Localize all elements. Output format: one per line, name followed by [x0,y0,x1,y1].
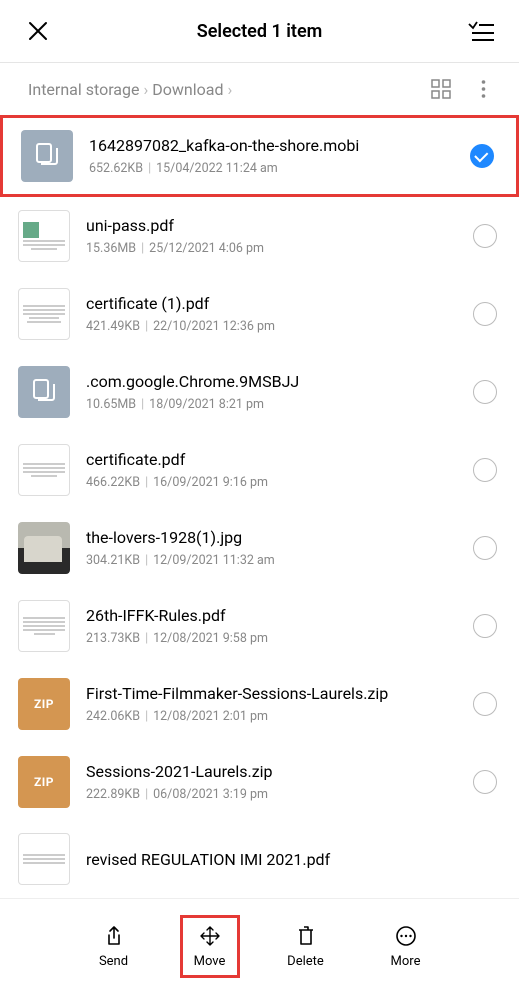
pdf-thumbnail [18,444,70,496]
action-label: More [391,954,421,969]
trash-icon [294,924,318,948]
file-row[interactable]: revised REGULATION IMI 2021.pdf [0,821,519,885]
file-name: the-lovers-1928(1).jpg [86,528,463,547]
action-label: Move [194,954,226,969]
image-thumbnail [18,522,70,574]
file-row[interactable]: 1642897082_kafka-on-the-shore.mobi 652.6… [0,115,519,197]
chevron-icon: › [228,80,233,99]
zip-icon: ZIP [18,756,70,808]
selection-checkbox[interactable] [473,692,497,716]
move-icon [198,924,222,948]
overflow-menu-button[interactable] [471,77,495,101]
file-name: First-Time-Filmmaker-Sessions-Laurels.zi… [86,684,463,703]
chevron-icon: › [143,80,148,99]
file-name: revised REGULATION IMI 2021.pdf [86,850,497,869]
select-all-button[interactable] [467,17,495,45]
file-icon [18,366,70,418]
selection-checkbox[interactable] [473,536,497,560]
share-icon [102,924,126,948]
file-meta: 421.49KB|22/10/2021 12:36 pm [86,319,463,334]
file-row[interactable]: certificate (1).pdf 421.49KB|22/10/2021 … [0,275,519,353]
pdf-thumbnail [18,210,70,262]
file-row[interactable]: ZIP First-Time-Filmmaker-Sessions-Laurel… [0,665,519,743]
file-row[interactable]: the-lovers-1928(1).jpg 304.21KB|12/09/20… [0,509,519,587]
zip-icon: ZIP [18,678,70,730]
header-title: Selected 1 item [0,21,519,42]
file-name: uni-pass.pdf [86,216,463,235]
file-meta: 242.06KB|12/08/2021 2:01 pm [86,709,463,724]
file-meta: 222.89KB|06/08/2021 3:19 pm [86,787,463,802]
selection-checkbox[interactable] [473,614,497,638]
file-name: Sessions-2021-Laurels.zip [86,762,463,781]
selection-checkbox[interactable] [473,380,497,404]
selection-checkbox[interactable] [470,144,494,168]
file-meta: 15.36MB|25/12/2021 4:06 pm [86,241,463,256]
file-row[interactable]: .com.google.Chrome.9MSBJJ 10.65MB|18/09/… [0,353,519,431]
send-button[interactable]: Send [84,924,144,969]
breadcrumb-folder[interactable]: Download [152,80,223,99]
more-icon [394,924,418,948]
grid-view-button[interactable] [429,77,453,101]
file-meta: 304.21KB|12/09/2021 11:32 am [86,553,463,568]
breadcrumb-root[interactable]: Internal storage [28,80,139,99]
more-button[interactable]: More [376,924,436,969]
file-row[interactable]: uni-pass.pdf 15.36MB|25/12/2021 4:06 pm [0,197,519,275]
file-meta: 213.73KB|12/08/2021 9:58 pm [86,631,463,646]
file-icon [21,130,73,182]
file-row[interactable]: 26th-IFFK-Rules.pdf 213.73KB|12/08/2021 … [0,587,519,665]
close-button[interactable] [24,17,52,45]
breadcrumb: Internal storage › Download › [0,63,519,115]
action-label: Send [99,954,128,969]
file-name: 1642897082_kafka-on-the-shore.mobi [89,136,460,155]
file-name: certificate (1).pdf [86,294,463,313]
file-meta: 652.62KB|15/04/2022 11:24 am [89,161,460,176]
file-row[interactable]: ZIP Sessions-2021-Laurels.zip 222.89KB|0… [0,743,519,821]
selection-checkbox[interactable] [473,770,497,794]
selection-checkbox[interactable] [473,302,497,326]
file-row[interactable]: certificate.pdf 466.22KB|16/09/2021 9:16… [0,431,519,509]
pdf-thumbnail [18,600,70,652]
selection-checkbox[interactable] [473,458,497,482]
file-name: 26th-IFFK-Rules.pdf [86,606,463,625]
file-name: .com.google.Chrome.9MSBJJ [86,372,463,391]
file-name: certificate.pdf [86,450,463,469]
file-meta: 466.22KB|16/09/2021 9:16 pm [86,475,463,490]
selection-checkbox[interactable] [473,224,497,248]
pdf-thumbnail [18,288,70,340]
bottom-action-bar: Send Move Delete More [0,898,519,994]
pdf-thumbnail [18,833,70,885]
delete-button[interactable]: Delete [276,924,336,969]
file-list: 1642897082_kafka-on-the-shore.mobi 652.6… [0,115,519,885]
file-meta: 10.65MB|18/09/2021 8:21 pm [86,397,463,412]
move-button[interactable]: Move [180,915,240,978]
action-label: Delete [287,954,324,969]
